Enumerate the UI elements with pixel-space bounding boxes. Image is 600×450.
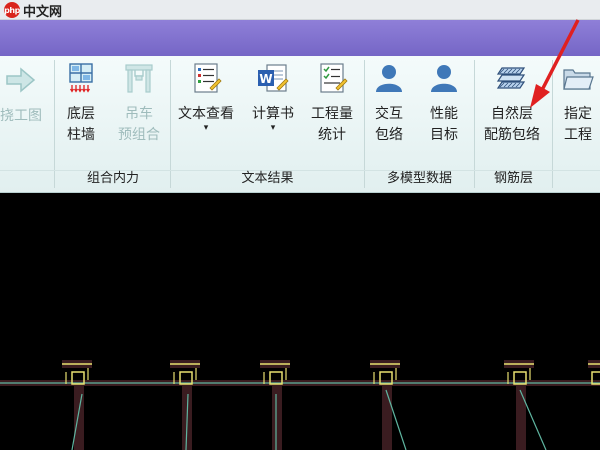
- calc-book-label: 计算书: [252, 106, 294, 122]
- user-icon: [428, 62, 460, 94]
- base-wall-button[interactable]: 底层 柱墙: [57, 62, 105, 146]
- crane-icon: [123, 62, 155, 94]
- base-wall-label-2: 柱墙: [67, 127, 95, 143]
- group-label-rebar-layer: 钢筋层: [493, 171, 533, 186]
- column-node: [370, 360, 407, 450]
- annotation-arrow: [530, 19, 580, 108]
- group-label-multi-model: 多模型数据: [386, 171, 452, 186]
- base-wall-label-1: 底层: [67, 106, 95, 122]
- user-icon: [373, 62, 405, 94]
- watermark: php 中文网: [4, 2, 63, 20]
- column-node: [170, 360, 200, 450]
- perf-target-label-2: 目标: [430, 127, 458, 143]
- interact-env-label-2: 包络: [375, 127, 403, 143]
- calc-book-button[interactable]: W 计算书 ▾: [245, 62, 301, 133]
- interact-env-label-1: 交互: [375, 106, 403, 122]
- right-arrow-icon: [5, 64, 37, 96]
- word-document-icon: W: [257, 62, 289, 94]
- watermark-text: 中文网: [23, 4, 63, 20]
- base-wall-icon: [65, 62, 97, 94]
- document-list-icon: [190, 62, 222, 94]
- group-label-combined-force: 组合内力: [86, 171, 139, 186]
- crane-button[interactable]: 吊车 预组合: [110, 62, 168, 146]
- text-view-button[interactable]: 文本查看 ▾: [170, 62, 242, 133]
- partial-left-button[interactable]: 挠工图: [0, 64, 50, 127]
- separator: [54, 60, 55, 188]
- crane-label-1: 吊车: [125, 106, 153, 122]
- natural-rebar-label-2: 配筋包络: [484, 127, 540, 143]
- quantity-label-2: 统计: [318, 127, 346, 143]
- column-node: [260, 360, 290, 450]
- checklist-icon: [316, 62, 348, 94]
- text-view-label: 文本查看: [178, 106, 234, 122]
- structure-drawing: [0, 360, 600, 450]
- interact-env-button[interactable]: 交互 包络: [366, 62, 412, 146]
- quantity-button[interactable]: 工程量 统计: [303, 62, 361, 146]
- quantity-label-1: 工程量: [311, 106, 353, 122]
- ribbon: 挠工图 底层 柱墙 吊车 预组合 文本查看 ▾ W 计算书 ▾ 工程量 统计 交…: [0, 19, 600, 193]
- drawing-canvas[interactable]: [0, 194, 600, 450]
- group-label-text-results: 文本结果: [241, 171, 294, 186]
- chevron-down-icon[interactable]: ▾: [271, 123, 276, 133]
- column-node: [62, 360, 92, 450]
- chevron-down-icon[interactable]: ▾: [204, 123, 209, 133]
- perf-target-label-1: 性能: [430, 106, 458, 122]
- column-node: [504, 360, 547, 450]
- crane-label-2: 预组合: [118, 127, 160, 143]
- partial-left-label: 挠工图: [0, 108, 42, 124]
- watermark-logo: php: [4, 2, 20, 18]
- perf-target-button[interactable]: 性能 目标: [420, 62, 468, 146]
- specify-project-label-2: 工程: [564, 127, 592, 143]
- svg-text:W: W: [259, 72, 272, 86]
